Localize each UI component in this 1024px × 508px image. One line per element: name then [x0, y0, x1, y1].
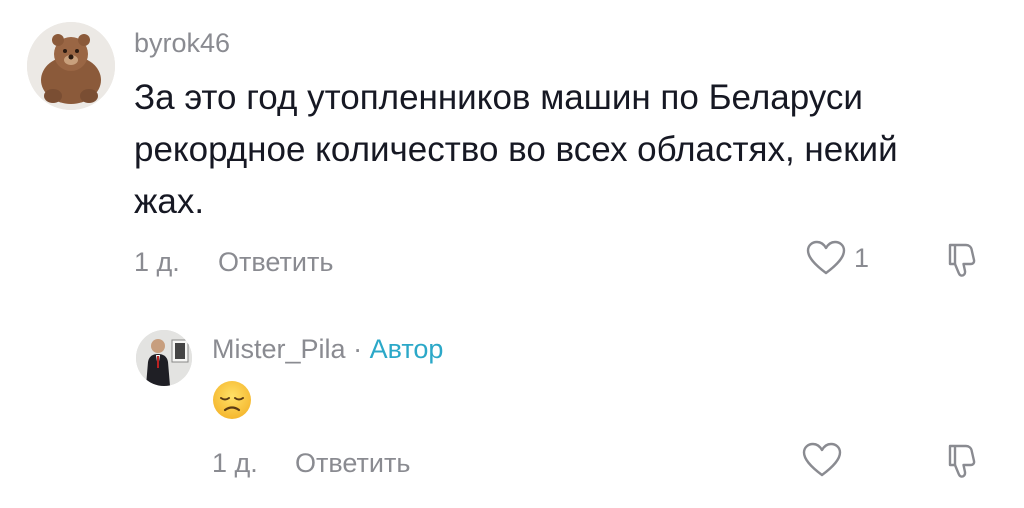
like-button[interactable] [802, 442, 842, 478]
reply-username-line: Mister_Pila · Автор [212, 334, 443, 365]
man-photo-avatar-icon [136, 330, 192, 386]
dislike-button[interactable] [944, 239, 984, 279]
comment-text-line: За это год утопленников машин по Беларус… [134, 78, 863, 117]
comment-text: За это год утопленников машин по Беларус… [134, 72, 994, 228]
comment-time: 1 д. [212, 448, 258, 478]
comment-text-line: рекордное количество во всех областях, н… [134, 130, 898, 169]
comment-item: byrok46 За это год утопленников машин по… [0, 0, 1024, 290]
like-count: 1 [854, 242, 870, 273]
comment-text-line: жах. [134, 182, 205, 221]
heart-icon [802, 442, 842, 477]
author-badge: Автор [369, 334, 444, 364]
dislike-icon [948, 243, 976, 277]
comment-username[interactable]: Mister_Pila [212, 334, 346, 364]
comment-time: 1 д. [134, 247, 180, 277]
heart-icon [806, 240, 846, 275]
author-separator: · [353, 334, 363, 364]
user-avatar[interactable] [27, 22, 115, 110]
comment-username[interactable]: byrok46 [134, 28, 230, 59]
reply-button[interactable]: Ответить [295, 448, 410, 479]
reply-comment-item: Mister_Pila · Автор 1 д. Ответить [0, 300, 1024, 500]
reply-button[interactable]: Ответить [218, 247, 333, 278]
dislike-button[interactable] [944, 440, 984, 480]
like-button[interactable]: 1 [806, 240, 869, 276]
user-avatar[interactable] [136, 330, 192, 386]
bear-avatar-icon [27, 22, 115, 110]
dislike-icon [948, 444, 976, 478]
disappointed-face-emoji-icon [213, 381, 251, 419]
